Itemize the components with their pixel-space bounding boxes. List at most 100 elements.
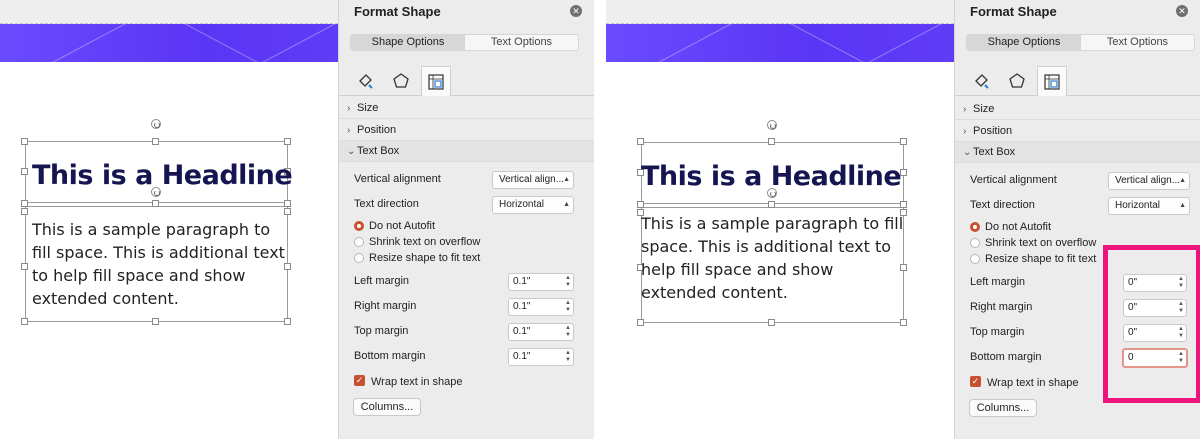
bottom-margin-input[interactable]: 0.1" ▲ ▼ — [508, 348, 574, 366]
resize-handle[interactable] — [637, 138, 644, 145]
radio-do-not-autofit[interactable] — [354, 221, 364, 231]
close-icon[interactable]: ✕ — [570, 5, 582, 17]
section-text-box[interactable]: ⌄ Text Box — [339, 141, 594, 162]
resize-handle[interactable] — [21, 200, 28, 207]
text-direction-select[interactable]: Horizontal ▲ — [1108, 197, 1190, 215]
resize-handle[interactable] — [768, 138, 775, 145]
section-size[interactable]: › Size — [339, 98, 594, 119]
paragraph-line: space. This is additional text to — [641, 237, 892, 256]
slide-canvas[interactable]: This is a Headline This is a sample para… — [0, 0, 338, 439]
slide-headline[interactable]: This is a Headline — [32, 160, 293, 191]
section-size[interactable]: › Size — [955, 99, 1200, 120]
radio-shrink-text[interactable] — [354, 237, 364, 247]
resize-handle[interactable] — [637, 319, 644, 326]
radio-resize-shape[interactable] — [970, 254, 980, 264]
paragraph-line: This is a sample paragraph to fill — [641, 214, 904, 233]
effects-pentagon-icon[interactable] — [386, 66, 416, 96]
radio-resize-shape[interactable] — [354, 253, 364, 263]
resize-handle[interactable] — [284, 318, 291, 325]
format-shape-panel: Format Shape ✕ Shape Options Text Option… — [338, 0, 594, 439]
resize-handle[interactable] — [152, 138, 159, 145]
stepper-icon[interactable]: ▲ ▼ — [565, 325, 571, 339]
size-properties-icon[interactable] — [421, 66, 451, 96]
shrink-text-label: Shrink text on overflow — [985, 237, 1097, 249]
left-margin-label: Left margin — [970, 276, 1026, 288]
section-position[interactable]: › Position — [339, 120, 594, 141]
fill-line-icon[interactable] — [967, 66, 997, 96]
rotate-handle[interactable] — [767, 120, 777, 130]
options-segmented-control: Shape Options Text Options — [350, 34, 579, 51]
rotate-handle[interactable] — [151, 119, 161, 129]
vertical-alignment-select[interactable]: Vertical align... ▲ — [1108, 172, 1190, 190]
section-text-box[interactable]: ⌄ Text Box — [955, 142, 1200, 163]
resize-handle[interactable] — [21, 263, 28, 270]
options-segmented-control: Shape Options Text Options — [966, 34, 1195, 51]
format-shape-panel: Format Shape ✕ Shape Options Text Option… — [954, 0, 1200, 439]
slide-canvas[interactable]: This is a Headline This is a sample para… — [606, 0, 954, 439]
paragraph-line: help fill space and show — [641, 260, 834, 279]
resize-handle[interactable] — [152, 318, 159, 325]
tab-text-options[interactable]: Text Options — [465, 35, 578, 50]
wrap-text-checkbox[interactable]: ✓ — [970, 376, 981, 387]
resize-handle[interactable] — [21, 138, 28, 145]
slide-banner — [606, 24, 954, 62]
size-properties-icon[interactable] — [1037, 66, 1067, 96]
dropdown-arrow-icon: ▲ — [563, 176, 570, 183]
canvas-top-strip — [0, 0, 338, 24]
right-margin-label: Right margin — [970, 301, 1033, 313]
resize-handle[interactable] — [21, 208, 28, 215]
resize-handle[interactable] — [637, 201, 644, 208]
radio-shrink-text[interactable] — [970, 238, 980, 248]
effects-pentagon-icon[interactable] — [1002, 66, 1032, 96]
resize-shape-label: Resize shape to fit text — [369, 252, 481, 264]
rotate-handle[interactable] — [151, 187, 161, 197]
resize-handle[interactable] — [768, 201, 775, 208]
vertical-alignment-value: Vertical align... — [1115, 175, 1181, 186]
left-margin-input[interactable]: 0.1" ▲ ▼ — [508, 273, 574, 291]
bottom-margin-value: 0.1" — [513, 351, 531, 362]
dropdown-arrow-icon: ▲ — [563, 201, 570, 208]
top-margin-value: 0.1" — [513, 326, 531, 337]
resize-handle[interactable] — [284, 208, 291, 215]
stepper-icon[interactable]: ▲ ▼ — [565, 275, 571, 289]
resize-handle[interactable] — [284, 200, 291, 207]
columns-button[interactable]: Columns... — [969, 399, 1037, 417]
section-position[interactable]: › Position — [955, 121, 1200, 142]
resize-shape-label: Resize shape to fit text — [985, 253, 1097, 265]
stepper-icon[interactable]: ▲ ▼ — [565, 350, 571, 364]
resize-handle[interactable] — [284, 263, 291, 270]
left-screenshot: This is a Headline This is a sample para… — [0, 0, 594, 439]
vertical-alignment-label: Vertical alignment — [970, 174, 1057, 186]
fill-line-icon[interactable] — [351, 66, 381, 96]
tab-shape-options[interactable]: Shape Options — [967, 35, 1081, 50]
resize-handle[interactable] — [21, 168, 28, 175]
stepper-icon[interactable]: ▲ ▼ — [565, 300, 571, 314]
tab-shape-options[interactable]: Shape Options — [351, 35, 465, 50]
resize-handle[interactable] — [900, 319, 907, 326]
tab-text-options[interactable]: Text Options — [1081, 35, 1194, 50]
slide-paragraph[interactable]: This is a sample paragraph to fill space… — [641, 212, 903, 304]
left-margin-value: 0.1" — [513, 276, 531, 287]
text-direction-select[interactable]: Horizontal ▲ — [492, 196, 574, 214]
close-icon[interactable]: ✕ — [1176, 5, 1188, 17]
right-margin-input[interactable]: 0.1" ▲ ▼ — [508, 298, 574, 316]
wrap-text-checkbox[interactable]: ✓ — [354, 375, 365, 386]
columns-button[interactable]: Columns... — [353, 398, 421, 416]
resize-handle[interactable] — [900, 201, 907, 208]
divider-gap — [594, 0, 606, 439]
vertical-alignment-select[interactable]: Vertical align... ▲ — [492, 171, 574, 189]
rotate-handle[interactable] — [767, 188, 777, 198]
slide-paragraph[interactable]: This is a sample paragraph to fill space… — [32, 218, 285, 310]
radio-do-not-autofit[interactable] — [970, 222, 980, 232]
resize-handle[interactable] — [284, 138, 291, 145]
resize-handle[interactable] — [21, 318, 28, 325]
section-position-label: Position — [357, 124, 397, 136]
resize-handle[interactable] — [768, 319, 775, 326]
resize-handle[interactable] — [152, 200, 159, 207]
canvas-top-strip — [606, 0, 954, 24]
resize-handle[interactable] — [900, 138, 907, 145]
top-margin-input[interactable]: 0.1" ▲ ▼ — [508, 323, 574, 341]
icon-tab-row — [339, 66, 594, 96]
section-size-label: Size — [973, 103, 995, 115]
paragraph-line: This is a sample paragraph to — [32, 220, 271, 239]
